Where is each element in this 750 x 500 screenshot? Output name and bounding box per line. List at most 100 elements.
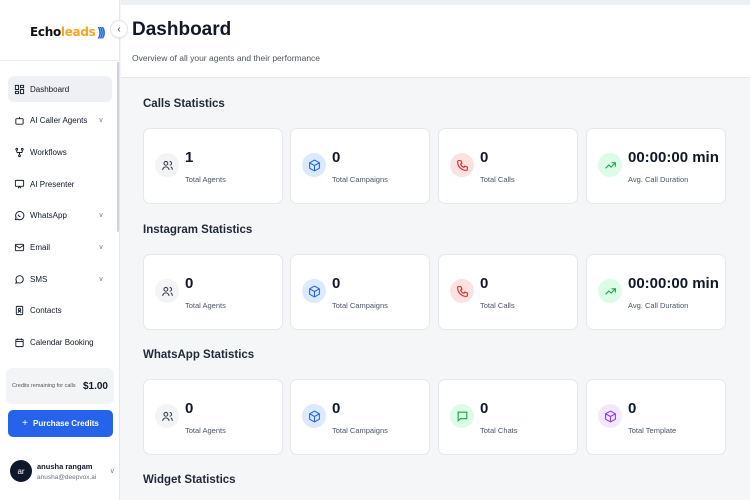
collapse-sidebar-button[interactable]: ‹ (110, 20, 128, 38)
whatsapp-statistics-title: WhatsApp Statistics (143, 349, 255, 361)
stat-card: 00:00:00 min Avg. Call Duration (586, 254, 726, 330)
cube-icon (598, 404, 622, 428)
sidebar-item-label: SMS (30, 274, 48, 284)
stat-value: 0 (185, 275, 194, 292)
sidebar-item-email[interactable]: Email v (8, 234, 112, 260)
workflow-icon (13, 146, 25, 158)
stat-card: 0 Total Campaigns (290, 128, 430, 204)
sidebar-divider (0, 60, 120, 61)
sidebar-scrollbar[interactable] (117, 62, 119, 232)
contacts-icon (13, 305, 25, 317)
sidebar-item-whatsapp[interactable]: WhatsApp v (8, 203, 112, 229)
sms-icon (13, 273, 25, 285)
bot-icon (13, 115, 25, 127)
stat-value: 0 (480, 149, 489, 166)
stat-label: Total Agents (185, 426, 226, 435)
stat-label: Total Campaigns (332, 301, 388, 310)
stat-card: 0 Total Template (586, 379, 726, 455)
stat-label: Total Agents (185, 175, 226, 184)
user-name: anusha rangam (37, 461, 93, 471)
sidebar-item-dashboard[interactable]: Dashboard (8, 76, 112, 102)
widget-statistics-title: Widget Statistics (143, 474, 236, 486)
plus-icon: + (22, 418, 29, 429)
avatar: ar (10, 460, 32, 482)
stat-value: 00:00:00 min (628, 149, 719, 166)
chevron-down-icon: v (110, 467, 115, 475)
stat-card: 0 Total Chats (438, 379, 578, 455)
stat-value: 0 (332, 149, 341, 166)
sidebar-item-calendar-booking[interactable]: Calendar Booking (8, 330, 112, 356)
sidebar-item-ai-presenter[interactable]: AI Presenter (8, 171, 112, 197)
calls-statistics-title: Calls Statistics (143, 98, 225, 110)
user-email: anusha@deepvox.ai (37, 473, 97, 481)
stat-card: 0 Total Campaigns (290, 379, 430, 455)
stat-label: Avg. Call Duration (628, 301, 689, 310)
stat-card: 0 Total Campaigns (290, 254, 430, 330)
user-info: anusha rangam anusha@deepvox.ai (37, 462, 111, 481)
stat-label: Total Calls (480, 175, 515, 184)
user-menu[interactable]: ar anusha rangam anusha@deepvox.ai v (10, 455, 114, 487)
users-icon (155, 153, 179, 177)
sidebar-item-label: Calendar Booking (30, 338, 94, 347)
trend-up-icon (598, 279, 622, 303)
stat-label: Total Campaigns (332, 426, 388, 435)
sidebar-item-label: Contacts (30, 306, 62, 316)
presenter-icon (13, 178, 25, 190)
sidebar-item-sms[interactable]: SMS v (8, 266, 112, 292)
sidebar: Echoleads ))) Dashboard AI Caller Agents v… (0, 0, 120, 500)
page-title: Dashboard (132, 19, 232, 40)
email-icon (13, 241, 25, 253)
stat-card: 00:00:00 min Avg. Call Duration (586, 128, 726, 204)
logo-text: Echoleads (30, 25, 96, 39)
stat-value: 0 (185, 400, 194, 417)
stat-value: 0 (332, 400, 341, 417)
credits-value: $1.00 (82, 380, 108, 392)
sidebar-item-label: WhatsApp (30, 211, 67, 221)
cube-icon (302, 404, 326, 428)
sidebar-item-contacts[interactable]: Contacts (8, 298, 112, 324)
sidebar-item-ai-caller-agents[interactable]: AI Caller Agents v (8, 108, 112, 134)
sidebar-item-workflows[interactable]: Workflows (8, 139, 112, 165)
echoleads-logo[interactable]: Echoleads ))) (30, 20, 106, 44)
stat-card: 0 Total Agents (143, 254, 283, 330)
stat-value: 1 (185, 149, 194, 166)
instagram-statistics-title: Instagram Statistics (143, 224, 253, 236)
stat-label: Total Chats (480, 426, 518, 435)
credits-label: Credits remaining for calls (12, 383, 76, 389)
users-icon (155, 404, 179, 428)
purchase-credits-button[interactable]: + Purchase Credits (8, 410, 113, 437)
sound-waves-icon: ))) (97, 25, 106, 39)
phone-icon (450, 279, 474, 303)
cube-icon (302, 153, 326, 177)
stat-value: 0 (480, 400, 489, 417)
stat-label: Total Template (628, 426, 677, 435)
chevron-down-icon: v (99, 243, 103, 251)
users-icon (155, 279, 179, 303)
stat-card: 0 Total Agents (143, 379, 283, 455)
credits-box: Credits remaining for calls $1.00 (6, 368, 114, 404)
stat-value: 0 (480, 275, 489, 292)
chevron-down-icon: v (99, 212, 103, 220)
chevron-down-icon: v (99, 275, 103, 283)
sidebar-item-label: Workflows (30, 147, 67, 157)
stat-label: Total Campaigns (332, 175, 388, 184)
sidebar-item-label: AI Presenter (30, 179, 75, 189)
stat-label: Avg. Call Duration (628, 175, 689, 184)
stat-value: 0 (628, 400, 637, 417)
page-subtitle: Overview of all your agents and their pe… (132, 53, 321, 63)
whatsapp-icon (13, 210, 25, 222)
stat-card: 1 Total Agents (143, 128, 283, 204)
chat-icon (450, 404, 474, 428)
sidebar-item-label: Dashboard (30, 84, 70, 94)
page-header: Dashboard Overview of all your agents an… (121, 0, 750, 78)
stat-card: 0 Total Calls (438, 128, 578, 204)
cube-icon (302, 279, 326, 303)
stat-card: 0 Total Calls (438, 254, 578, 330)
stat-value: 00:00:00 min (628, 275, 719, 292)
stat-label: Total Agents (185, 301, 226, 310)
chevron-down-icon: v (99, 117, 103, 125)
calendar-icon (13, 337, 25, 349)
purchase-credits-label: Purchase Credits (33, 419, 99, 428)
trend-up-icon (598, 153, 622, 177)
phone-icon (450, 153, 474, 177)
